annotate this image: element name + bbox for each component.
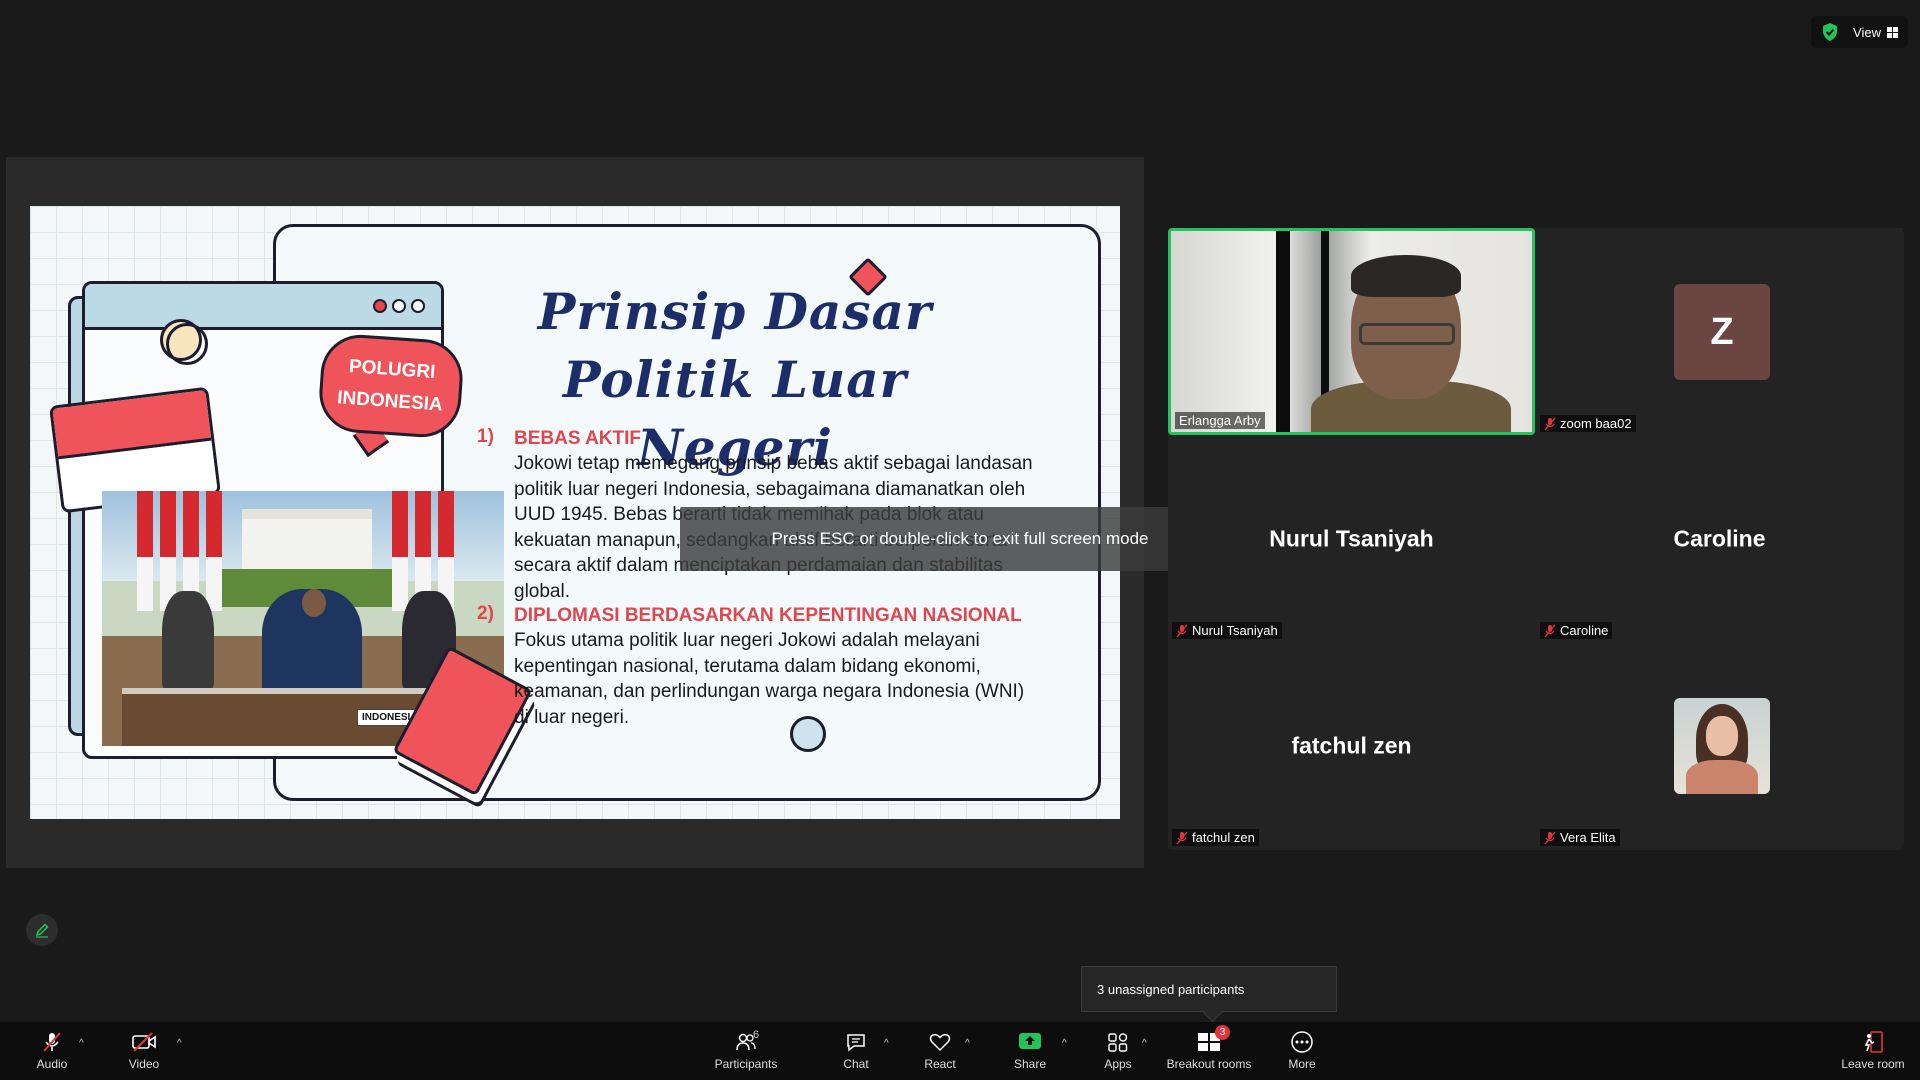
chat-icon [847,1034,865,1052]
participant-name: Nurul Tsaniyah [1192,623,1278,638]
speech-bubble: POLUGRI INDONESIA [316,332,466,440]
participant-tile[interactable]: Z zoom baa02 [1536,228,1903,435]
participant-tile[interactable]: fatchul zen fatchul zen [1168,642,1535,849]
react-options-caret-icon[interactable]: ^ [965,1038,970,1049]
apps-options-caret-icon[interactable]: ^ [1142,1038,1147,1049]
more-label: More [1288,1057,1316,1071]
view-grid-icon [1887,26,1898,38]
avatar: Z [1674,284,1770,380]
share-button[interactable]: Share [1010,1022,1050,1080]
chat-options-caret-icon[interactable]: ^ [884,1038,889,1049]
breakout-badge: 3 [1215,1025,1230,1040]
participant-nametag: Caroline [1540,622,1613,639]
share-options-caret-icon[interactable]: ^ [1062,1038,1067,1049]
participants-button[interactable]: 6 Participants [714,1022,778,1080]
participant-display-name: Caroline [1673,525,1766,551]
participant-display-name: fatchul zen [1291,732,1412,758]
audio-label: Audio [36,1057,68,1071]
leave-label: Leave room [1841,1057,1905,1071]
participant-tile[interactable]: Nurul Tsaniyah Nurul Tsaniyah [1168,435,1535,642]
apps-label: Apps [1104,1057,1132,1071]
participant-nametag: fatchul zen [1172,829,1259,846]
window-bar-decoration [85,284,441,330]
mic-muted-icon [1544,417,1556,430]
participant-display-name: Nurul Tsaniyah [1269,525,1434,551]
participant-video [1171,231,1532,432]
point-heading: BEBAS AKTIF [514,428,642,449]
point-number: 1) [477,426,494,447]
participant-gallery: Erlangga Arby Z zoom baa02 Nurul Tsaniya… [1168,228,1904,850]
share-screen-icon [1019,1033,1041,1049]
breakout-tooltip: 3 unassigned participants [1081,966,1337,1012]
share-label: Share [1013,1057,1047,1071]
participants-label: Participants [714,1057,778,1071]
heart-icon [929,1033,951,1052]
mic-muted-icon [1544,831,1556,844]
participant-nametag: Vera Elita [1540,829,1620,846]
participant-nametag: zoom baa02 [1540,415,1636,432]
meeting-toolbar: Audio ^ Video ^ 6 Participants Chat ^ Re… [0,1022,1920,1080]
participant-tile[interactable]: Caroline Caroline [1536,435,1903,642]
encryption-shield-icon [1823,23,1838,41]
breakout-label: Breakout rooms [1166,1057,1252,1071]
pencil-icon [35,923,49,938]
window-dot-icon [373,299,387,313]
window-dot-icon [411,299,425,313]
chat-label: Chat [843,1057,869,1071]
audio-options-caret-icon[interactable]: ^ [79,1038,84,1049]
video-label: Video [128,1057,160,1071]
video-options-caret-icon[interactable]: ^ [177,1038,182,1049]
point-body: Fokus utama politik luar negeri Jokowi a… [514,630,1025,728]
circle-decoration [166,323,208,365]
slide-title-line1: Prinsip Dasar [537,282,933,341]
view-controls: View [1811,16,1908,48]
video-off-icon [132,1032,156,1052]
annotate-button[interactable] [26,914,58,946]
participant-nametag: Nurul Tsaniyah [1172,622,1282,639]
view-button[interactable]: View [1853,25,1898,40]
leave-icon [1864,1031,1883,1053]
mic-muted-icon [1176,831,1188,844]
slide-point-2: 2) DIPLOMASI BERDASARKAN KEPENTINGAN NAS… [477,603,1039,730]
breakout-rooms-button[interactable]: 3 Breakout rooms [1166,1022,1252,1080]
apps-icon [1108,1033,1128,1052]
mic-muted-icon [43,1032,61,1052]
mic-muted-icon [1176,624,1188,637]
apps-button[interactable]: Apps [1098,1022,1138,1080]
view-label: View [1853,24,1881,40]
participant-name: Caroline [1560,623,1609,638]
participant-nametag: Erlangga Arby [1175,412,1265,429]
window-dot-icon [392,299,406,313]
avatar [1674,698,1770,794]
point-number: 2) [477,603,494,624]
bubble-text-line2: INDONESIA [336,387,444,416]
video-button[interactable]: Video [122,1022,166,1080]
zoom-window: View POLUGRI INDONESIA INDONESIA Prinsip… [0,0,1920,1080]
more-icon [1291,1031,1313,1053]
participant-name: fatchul zen [1192,830,1255,845]
participant-tile[interactable]: Erlangga Arby [1168,228,1535,435]
participant-tile[interactable]: Vera Elita [1536,642,1903,849]
participants-count: 6 [753,1029,760,1041]
participant-name: zoom baa02 [1560,416,1632,431]
participant-name: Erlangga Arby [1179,413,1261,428]
react-button[interactable]: React [920,1022,960,1080]
point-heading: DIPLOMASI BERDASARKAN KEPENTINGAN NASION… [514,605,1022,626]
react-label: React [924,1057,956,1071]
more-button[interactable]: More [1280,1022,1324,1080]
audio-button[interactable]: Audio [30,1022,74,1080]
participant-name: Vera Elita [1560,830,1616,845]
fullscreen-toast: Press ESC or double-click to exit full s… [680,507,1240,571]
chat-button[interactable]: Chat [836,1022,876,1080]
leave-room-button[interactable]: Leave room [1838,1022,1908,1080]
mic-muted-icon [1544,624,1556,637]
